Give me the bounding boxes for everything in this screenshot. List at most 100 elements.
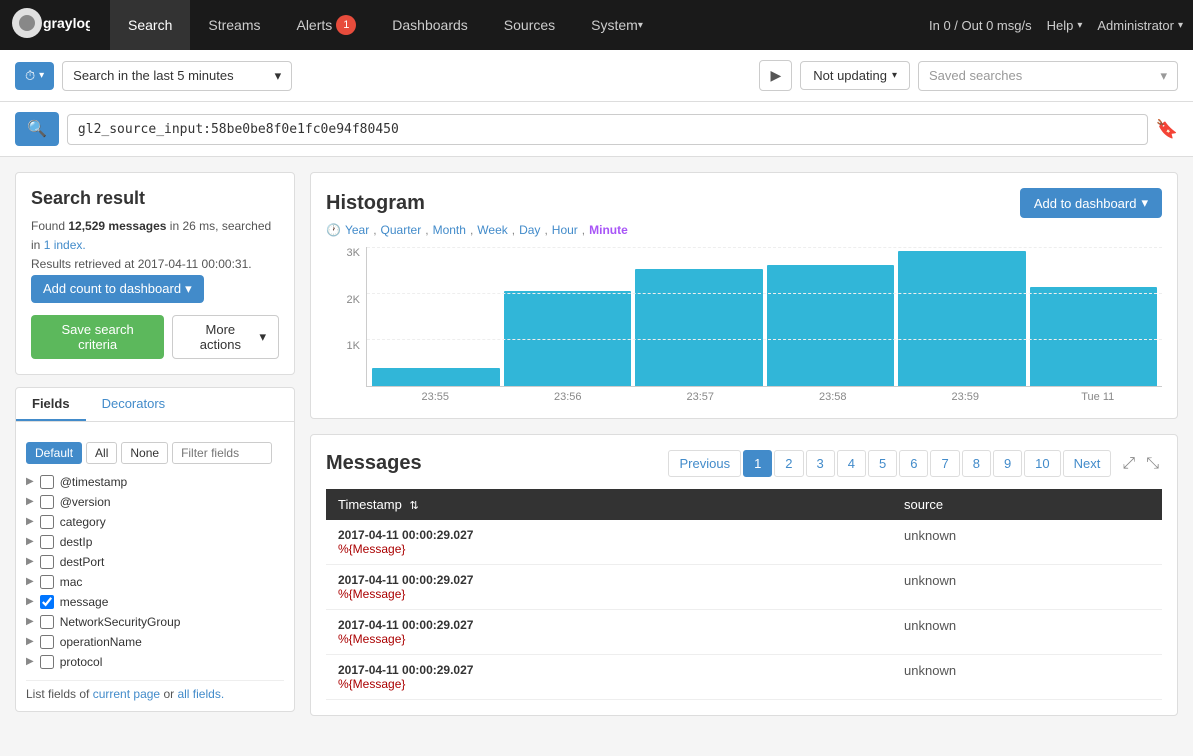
field-checkbox-mac[interactable] <box>40 575 54 589</box>
filter-default-btn[interactable]: Default <box>26 442 82 464</box>
bookmark-button[interactable]: 🔖 <box>1156 119 1178 140</box>
field-expand-icon[interactable]: ▶ <box>26 616 34 627</box>
field-checkbox-version[interactable] <box>40 495 54 509</box>
field-name-mac[interactable]: mac <box>60 575 83 589</box>
field-expand-icon[interactable]: ▶ <box>26 556 34 567</box>
play-button[interactable]: ▶ <box>759 60 792 91</box>
add-count-to-dashboard-btn[interactable]: Add count to dashboard ▾ <box>31 275 204 303</box>
field-name-destip[interactable]: destIp <box>60 535 93 549</box>
field-item-message: ▶ message <box>26 592 284 612</box>
saved-searches-dropdown[interactable]: Saved searches ▾ <box>918 61 1178 91</box>
time-link-hour[interactable]: Hour <box>552 223 578 237</box>
msg-content-2[interactable]: %{Message} <box>338 587 880 601</box>
all-fields-link[interactable]: all fields. <box>177 687 224 701</box>
pagination: Previous 1 2 3 4 5 6 7 8 9 10 Next <box>668 450 1111 477</box>
help-menu[interactable]: Help ▾ <box>1047 18 1083 33</box>
field-expand-icon[interactable]: ▶ <box>26 496 34 507</box>
field-expand-icon[interactable]: ▶ <box>26 536 34 547</box>
field-name-destport[interactable]: destPort <box>60 555 105 569</box>
time-range-selector[interactable]: Search in the last 5 minutes ▾ <box>62 61 292 91</box>
updating-toggle[interactable]: Not updating ▾ <box>800 61 910 90</box>
found-label: messages <box>108 219 166 233</box>
col-timestamp: Timestamp ⇅ <box>326 489 892 520</box>
msg-content-4[interactable]: %{Message} <box>338 677 880 691</box>
current-page-link[interactable]: current page <box>93 687 160 701</box>
index-link[interactable]: 1 index. <box>44 238 86 252</box>
field-checkbox-destip[interactable] <box>40 535 54 549</box>
field-expand-icon[interactable]: ▶ <box>26 656 34 667</box>
time-link-year[interactable]: Year <box>345 223 369 237</box>
x-label-2358: 23:58 <box>769 391 898 403</box>
tab-fields[interactable]: Fields <box>16 388 86 421</box>
bar-23-56 <box>504 291 632 386</box>
field-expand-icon[interactable]: ▶ <box>26 576 34 587</box>
field-name-category[interactable]: category <box>60 515 106 529</box>
save-search-btn[interactable]: Save search criteria <box>31 315 164 359</box>
filter-fields-input[interactable] <box>172 442 272 464</box>
msg-content-3[interactable]: %{Message} <box>338 632 880 646</box>
field-checkbox-destport[interactable] <box>40 555 54 569</box>
page-2-btn[interactable]: 2 <box>774 450 803 477</box>
field-name-version[interactable]: @version <box>60 495 111 509</box>
msg-content-1[interactable]: %{Message} <box>338 542 880 556</box>
sort-icon[interactable]: ⇅ <box>409 500 418 512</box>
field-name-message[interactable]: message <box>60 595 109 609</box>
nav-dashboards[interactable]: Dashboards <box>374 0 486 50</box>
nav-sources[interactable]: Sources <box>486 0 573 50</box>
nav-streams[interactable]: Streams <box>190 0 278 50</box>
field-expand-icon[interactable]: ▶ <box>26 516 34 527</box>
field-checkbox-category[interactable] <box>40 515 54 529</box>
time-link-quarter[interactable]: Quarter <box>381 223 422 237</box>
field-expand-icon[interactable]: ▶ <box>26 476 34 487</box>
search-result-box: Search result Found 12,529 messages in 2… <box>15 172 295 375</box>
field-checkbox-opname[interactable] <box>40 635 54 649</box>
search-type-btn[interactable]: ⏱ ▾ <box>15 62 54 90</box>
collapse-view-btn[interactable]: ⤡ <box>1143 452 1162 476</box>
y-label-2k: 2K <box>326 294 360 306</box>
more-actions-btn[interactable]: More actions ▾ <box>172 315 279 359</box>
expand-view-btn[interactable]: ⤢ <box>1119 452 1138 476</box>
page-7-btn[interactable]: 7 <box>930 450 959 477</box>
nav-search[interactable]: Search <box>110 0 190 50</box>
field-checkbox-timestamp[interactable] <box>40 475 54 489</box>
nav-system[interactable]: System ▾ <box>573 0 661 50</box>
page-9-btn[interactable]: 9 <box>993 450 1022 477</box>
page-8-btn[interactable]: 8 <box>962 450 991 477</box>
page-1-btn[interactable]: 1 <box>743 450 772 477</box>
admin-menu[interactable]: Administrator ▾ <box>1097 18 1183 33</box>
field-checkbox-protocol[interactable] <box>40 655 54 669</box>
time-link-month[interactable]: Month <box>433 223 466 237</box>
time-link-minute[interactable]: Minute <box>589 223 628 237</box>
page-5-btn[interactable]: 5 <box>868 450 897 477</box>
add-to-dashboard-btn[interactable]: Add to dashboard ▾ <box>1020 188 1162 218</box>
page-6-btn[interactable]: 6 <box>899 450 928 477</box>
search-top-bar: ⏱ ▾ Search in the last 5 minutes ▾ ▶ Not… <box>0 50 1193 102</box>
time-link-day[interactable]: Day <box>519 223 540 237</box>
execute-search-button[interactable]: 🔍 <box>15 112 59 146</box>
field-expand-icon[interactable]: ▶ <box>26 636 34 647</box>
field-name-protocol[interactable]: protocol <box>60 655 103 669</box>
field-name-timestamp[interactable]: @timestamp <box>60 475 128 489</box>
x-label-2355: 23:55 <box>371 391 500 403</box>
next-page-btn[interactable]: Next <box>1063 450 1112 477</box>
filter-none-btn[interactable]: None <box>121 442 168 464</box>
field-checkbox-message[interactable] <box>40 595 54 609</box>
field-expand-icon[interactable]: ▶ <box>26 596 34 607</box>
field-checkbox-nsg[interactable] <box>40 615 54 629</box>
field-name-nsg[interactable]: NetworkSecurityGroup <box>60 615 181 629</box>
page-10-btn[interactable]: 10 <box>1024 450 1060 477</box>
page-3-btn[interactable]: 3 <box>806 450 835 477</box>
field-name-opname[interactable]: operationName <box>60 635 142 649</box>
field-item-mac: ▶ mac <box>26 572 284 592</box>
time-link-week[interactable]: Week <box>477 223 507 237</box>
table-header-row: Timestamp ⇅ source <box>326 489 1162 520</box>
prev-page-btn[interactable]: Previous <box>668 450 741 477</box>
page-4-btn[interactable]: 4 <box>837 450 866 477</box>
y-label-3k: 3K <box>326 247 360 259</box>
filter-all-btn[interactable]: All <box>86 442 117 464</box>
msg-timestamp-1: 2017-04-11 00:00:29.027 <box>338 528 880 542</box>
retrieved-at: Results retrieved at 2017-04-11 00:00:31… <box>31 257 252 271</box>
nav-alerts[interactable]: Alerts 1 <box>278 0 374 50</box>
tab-decorators[interactable]: Decorators <box>86 388 182 421</box>
query-input[interactable] <box>67 114 1148 145</box>
